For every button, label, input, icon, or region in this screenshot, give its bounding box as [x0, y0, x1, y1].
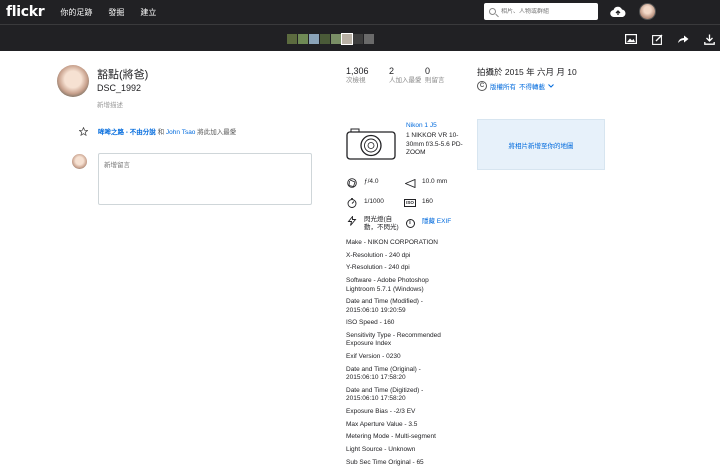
exif-item: Sensitivity Type - Recommended Exposure … — [346, 332, 441, 348]
fave-text: 哞哞之路 - 不由分說 和 John Tsao 將此加入最愛 — [98, 129, 237, 136]
iso-icon: ISO — [404, 199, 416, 207]
exif-item: X-Resolution - 240 dpi — [346, 251, 411, 259]
aperture-icon — [346, 178, 358, 188]
info-icon: i — [405, 218, 415, 228]
photo-tools — [624, 32, 716, 46]
exif-item: Y-Resolution - 240 dpi — [346, 264, 410, 272]
exif-item: Exposure Bias - -2/3 EV — [346, 408, 416, 416]
thumbnail[interactable] — [287, 34, 297, 44]
nav-link-explore[interactable]: 發掘 — [108, 7, 124, 18]
stat-views: 1,306 次檢視 — [346, 66, 369, 84]
spec-shutter: 1/1000 — [346, 198, 400, 208]
description-placeholder[interactable]: 新增描述 — [97, 99, 123, 109]
photo-details: 豁點(將爸) DSC_1992 新增描述 哞哞之路 - 不由分說 和 John … — [0, 51, 720, 474]
exif-item: Software - Adobe Photoshop Lightroom 5.7… — [346, 277, 429, 293]
spec-flash: 閃光燈(自動，不閃光) — [346, 216, 400, 232]
thumbnail[interactable] — [298, 34, 308, 44]
fave-user-link[interactable]: John Tsao — [166, 129, 196, 136]
share-icon[interactable] — [676, 32, 690, 46]
thumbnail[interactable] — [353, 34, 363, 44]
nav-link-create[interactable]: 建立 — [140, 7, 156, 18]
shutter-speed-icon — [346, 198, 358, 208]
exif-item: Date and Time (Original) - 2015:06:10 17… — [346, 365, 421, 382]
exif-item: Light Source - Unknown — [346, 446, 416, 454]
spec-iso: ISO 160 — [404, 198, 458, 208]
stat-comments: 0 則留言 — [425, 66, 445, 84]
license[interactable]: C 版權所有 不得轉載 — [477, 81, 554, 91]
exif-item: Max Aperture Value - 3.5 — [346, 420, 418, 428]
camera-name-link[interactable]: Nikon 1 J5 — [406, 122, 437, 129]
fave-album-link[interactable]: 哞哞之路 - 不由分說 — [98, 129, 156, 136]
search-input[interactable] — [501, 8, 591, 15]
exif-item: Date and Time (Modified) - 2015:06:10 19… — [346, 298, 423, 314]
exif-list: Make - NIKON CORPORATION X-Resolution - … — [346, 239, 452, 472]
user-avatar[interactable] — [639, 3, 656, 20]
comment-avatar — [72, 154, 87, 169]
spec-aperture: ƒ/4.0 — [346, 178, 400, 188]
download-icon[interactable] — [702, 32, 716, 46]
spec-focal-length: 10.0 mm — [404, 178, 458, 188]
copyright-icon: C — [477, 81, 487, 91]
owner-name[interactable]: 豁點(將爸) — [97, 66, 148, 82]
exif-item: ISO Speed - 160 — [346, 319, 395, 327]
lens-info: 1 NIKKOR VR 10-30mm f/3.5-5.6 PD-ZOOM — [406, 132, 463, 156]
comment-input[interactable] — [98, 153, 312, 205]
thumbnail[interactable] — [364, 34, 374, 44]
exif-item: Date and Time (Digitized) - 2015:06:10 1… — [346, 386, 424, 403]
exif-item: Metering Mode - Multi-segment — [346, 433, 436, 441]
search-icon — [489, 8, 496, 15]
star-icon[interactable] — [79, 126, 88, 136]
taken-date[interactable]: 拍攝於 2015 年 六月 月 10 — [477, 66, 577, 78]
thumbnail[interactable] — [309, 34, 319, 44]
focal-length-icon — [404, 178, 416, 188]
exif-item: Make - NIKON CORPORATION — [346, 239, 438, 246]
photo-strip — [0, 24, 720, 51]
image-icon[interactable] — [624, 32, 638, 46]
flickr-logo[interactable]: flickr — [6, 4, 45, 20]
stat-faves[interactable]: 2 人加入最愛 — [389, 66, 423, 85]
add-to-map[interactable]: 將相片新增至你的地圖 — [477, 119, 605, 170]
exif-item: Sub Sec Time Original - 65 — [346, 458, 424, 466]
flash-icon — [346, 216, 358, 226]
thumbnail-selected[interactable] — [341, 33, 353, 45]
exif-item: Exif Version - 0230 — [346, 353, 401, 361]
hide-exif-link[interactable]: 隱藏 EXIF — [422, 218, 458, 226]
thumbnail[interactable] — [331, 34, 341, 44]
photo-title[interactable]: DSC_1992 — [97, 83, 141, 93]
upload-cloud-icon[interactable] — [610, 6, 626, 20]
camera-icon — [346, 128, 396, 162]
chevron-down-icon — [548, 84, 554, 88]
nav-link-you[interactable]: 你的足跡 — [60, 7, 92, 18]
fave-row: 哞哞之路 - 不由分說 和 John Tsao 將此加入最愛 — [79, 126, 236, 136]
edit-icon[interactable] — [650, 32, 664, 46]
spec-hide-exif[interactable]: i 隱藏 EXIF — [404, 218, 458, 228]
owner-avatar[interactable] — [57, 65, 89, 97]
search-box[interactable] — [484, 3, 598, 20]
thumbnail-strip — [287, 33, 374, 45]
thumbnail[interactable] — [320, 34, 330, 44]
top-nav: flickr 你的足跡 發掘 建立 — [0, 0, 720, 24]
